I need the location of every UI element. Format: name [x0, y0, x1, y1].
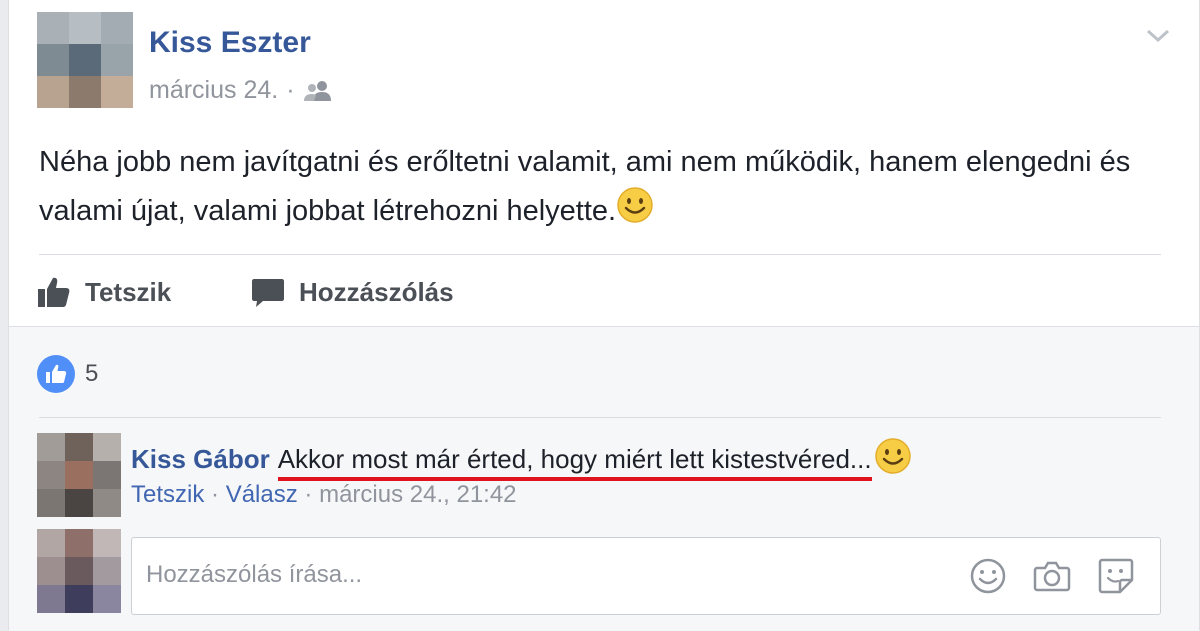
reactions-summary[interactable]: 5	[37, 355, 98, 393]
post-text: Néha jobb nem javítgatni és erőltetni va…	[39, 138, 1159, 239]
thumbs-up-icon	[38, 277, 70, 307]
emoji-icon[interactable]	[968, 556, 1008, 596]
like-button[interactable]: Tetszik	[37, 272, 171, 312]
comment-input[interactable]	[144, 554, 928, 596]
comment-composer	[131, 537, 1161, 615]
comment-button-label: Hozzászólás	[299, 276, 454, 307]
comment-text-content: Akkor most már érted, hogy miért lett ki…	[277, 444, 872, 474]
reaction-count: 5	[85, 360, 99, 387]
smiley-icon	[874, 437, 912, 482]
post-date[interactable]: március 24.	[149, 76, 278, 105]
comment-author-name[interactable]: Kiss Gábor	[131, 444, 270, 475]
comment-text: Akkor most már érted, hogy miért lett ki…	[277, 444, 872, 481]
comment-like-link[interactable]: Tetszik	[131, 481, 204, 508]
comments-section: 5 Kiss Gábor Akkor most már érted, hogy …	[9, 326, 1199, 631]
smiley-icon	[616, 186, 654, 239]
sticker-icon[interactable]	[1096, 556, 1136, 596]
post-text-body: Néha jobb nem javítgatni és erőltetni va…	[39, 146, 1131, 228]
meta-separator: ·	[304, 481, 313, 508]
comment-bubble-icon	[252, 279, 284, 307]
divider	[39, 254, 1161, 255]
comment-meta: Tetszik · Válasz · március 24., 21:42	[131, 481, 517, 509]
meta-separator: ·	[211, 481, 220, 508]
meta-separator: ·	[286, 76, 295, 104]
camera-icon[interactable]	[1032, 556, 1072, 596]
comment-body: Kiss Gábor Akkor most már érted, hogy mi…	[131, 437, 912, 482]
commenter-avatar[interactable]	[37, 433, 121, 517]
post-card: Kiss Eszter március 24. · Néha jobb nem …	[8, 0, 1200, 631]
post-author-name[interactable]: Kiss Eszter	[149, 26, 311, 60]
current-user-avatar	[37, 529, 121, 613]
author-avatar[interactable]	[37, 12, 133, 108]
post-options-chevron-icon[interactable]	[1145, 26, 1171, 46]
comment-timestamp[interactable]: március 24., 21:42	[319, 481, 516, 508]
comment-button[interactable]: Hozzászólás	[251, 272, 454, 312]
divider	[39, 417, 1161, 418]
friends-icon[interactable]	[303, 79, 333, 103]
like-reaction-icon	[37, 355, 75, 393]
post-meta: március 24. ·	[149, 76, 333, 105]
comment-reply-link[interactable]: Válasz	[226, 481, 298, 508]
like-button-label: Tetszik	[85, 276, 172, 307]
